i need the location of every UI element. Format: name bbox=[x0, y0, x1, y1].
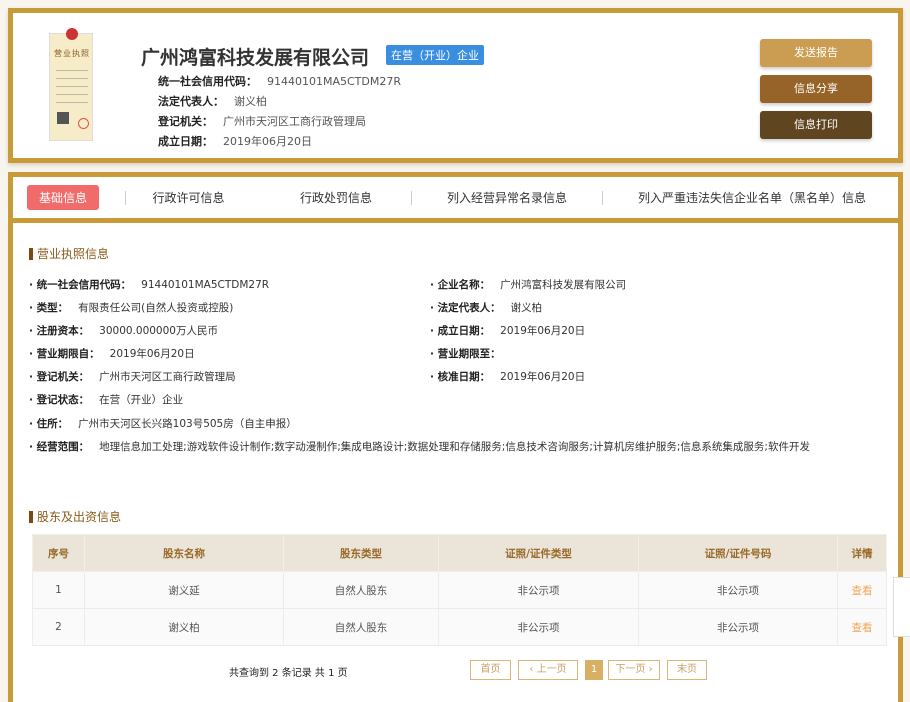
tab-bar: 基础信息 行政许可信息 行政处罚信息 列入经营异常名录信息 列入严重违法失信企业… bbox=[13, 177, 898, 223]
section-title-license: 营业执照信息 bbox=[29, 248, 109, 260]
cell-type: 自然人股东 bbox=[283, 608, 439, 646]
share-info-button[interactable]: 信息分享 bbox=[760, 75, 872, 103]
seal-icon bbox=[78, 118, 89, 129]
field-term-to: 营业期限至： bbox=[430, 346, 511, 361]
first-page-button[interactable]: 首页 bbox=[470, 660, 511, 680]
tab-blacklist[interactable]: 列入严重违法失信企业名单（黑名单）信息 bbox=[607, 189, 897, 206]
next-page-button[interactable]: 下一页 › bbox=[608, 660, 660, 680]
field-legal-rep: 法定代表人：谢义柏 bbox=[430, 300, 542, 315]
license-title: 营业执照 bbox=[54, 49, 90, 58]
view-detail-link[interactable]: 查看 bbox=[837, 608, 887, 646]
field-address: 住所：广州市天河区长兴路103号505房（自主申报） bbox=[29, 416, 297, 431]
col-detail: 详情 bbox=[837, 534, 887, 572]
field-type: 类型：有限责任公司(自然人投资或控股) bbox=[29, 300, 233, 315]
field-approval-date: 核准日期：2019年06月20日 bbox=[430, 369, 585, 384]
business-license-image[interactable]: 营业执照 bbox=[49, 28, 93, 141]
status-badge: 在营（开业）企业 bbox=[386, 45, 484, 65]
col-index: 序号 bbox=[32, 534, 85, 572]
col-type: 股东类型 bbox=[283, 534, 439, 572]
table-row: 2 谢义柏 自然人股东 非公示项 非公示项 查看 bbox=[32, 608, 887, 646]
col-id-number: 证照/证件号码 bbox=[638, 534, 838, 572]
tab-admin-penalty[interactable]: 行政处罚信息 bbox=[261, 189, 411, 206]
cell-id-number: 非公示项 bbox=[638, 608, 838, 646]
field-founded: 成立日期：2019年06月20日 bbox=[430, 323, 585, 338]
cell-index: 2 bbox=[32, 608, 85, 646]
info-credit-code: 统一社会信用代码： 91440101MA5CTDM27R bbox=[158, 75, 402, 88]
field-scope: 经营范围：地理信息加工处理;游戏软件设计制作;数字动漫制作;集成电路设计;数据处… bbox=[29, 439, 810, 454]
field-capital: 注册资本：30000.000000万人民币 bbox=[29, 323, 218, 338]
prev-page-button[interactable]: ‹ 上一页 bbox=[518, 660, 578, 680]
view-detail-link[interactable]: 查看 bbox=[837, 571, 887, 609]
side-panel-edge bbox=[893, 577, 910, 637]
field-company-name: 企业名称：广州鸿富科技发展有限公司 bbox=[430, 277, 626, 292]
field-term-from: 营业期限自：2019年06月20日 bbox=[29, 346, 195, 361]
col-name: 股东名称 bbox=[84, 534, 284, 572]
info-legal-rep: 法定代表人： 谢义柏 bbox=[158, 95, 267, 108]
company-header-card: 营业执照 广州鸿富科技发展有限公司 在营（开业）企业 统一社会信用代码： 9144… bbox=[8, 8, 903, 163]
info-founded: 成立日期： 2019年06月20日 bbox=[158, 135, 312, 148]
send-report-button[interactable]: 发送报告 bbox=[760, 39, 872, 67]
last-page-button[interactable]: 末页 bbox=[667, 660, 707, 680]
tab-admin-license[interactable]: 行政许可信息 bbox=[126, 189, 251, 206]
tab-abnormal-list[interactable]: 列入经营异常名录信息 bbox=[412, 189, 602, 206]
company-name: 广州鸿富科技发展有限公司 bbox=[141, 47, 370, 69]
qr-code-icon bbox=[57, 112, 69, 124]
section-title-shareholders: 股东及出资信息 bbox=[29, 511, 121, 523]
cell-index: 1 bbox=[32, 571, 85, 609]
cell-name: 谢义柏 bbox=[84, 608, 284, 646]
pagination-summary: 共查询到 2 条记录 共 1 页 bbox=[229, 668, 348, 679]
field-authority: 登记机关：广州市天河区工商行政管理局 bbox=[29, 369, 236, 384]
cell-id-type: 非公示项 bbox=[438, 571, 639, 609]
field-credit-code: 统一社会信用代码：91440101MA5CTDM27R bbox=[29, 277, 269, 292]
field-reg-status: 登记状态：在营（开业）企业 bbox=[29, 392, 183, 407]
cell-id-type: 非公示项 bbox=[438, 608, 639, 646]
cell-name: 谢义延 bbox=[84, 571, 284, 609]
shareholders-table: 序号 股东名称 股东类型 证照/证件类型 证照/证件号码 详情 1 谢义延 自然… bbox=[32, 534, 887, 646]
tab-basic-info[interactable]: 基础信息 bbox=[27, 185, 100, 210]
current-page[interactable]: 1 bbox=[585, 660, 603, 680]
table-header: 序号 股东名称 股东类型 证照/证件类型 证照/证件号码 详情 bbox=[32, 534, 887, 572]
col-id-type: 证照/证件类型 bbox=[438, 534, 639, 572]
national-emblem-icon bbox=[66, 28, 78, 40]
table-row: 1 谢义延 自然人股东 非公示项 非公示项 查看 bbox=[32, 571, 887, 609]
cell-type: 自然人股东 bbox=[283, 571, 439, 609]
cell-id-number: 非公示项 bbox=[638, 571, 838, 609]
info-authority: 登记机关： 广州市天河区工商行政管理局 bbox=[158, 115, 366, 128]
print-info-button[interactable]: 信息打印 bbox=[760, 111, 872, 139]
detail-card: 基础信息 行政许可信息 行政处罚信息 列入经营异常名录信息 列入严重违法失信企业… bbox=[8, 172, 903, 702]
